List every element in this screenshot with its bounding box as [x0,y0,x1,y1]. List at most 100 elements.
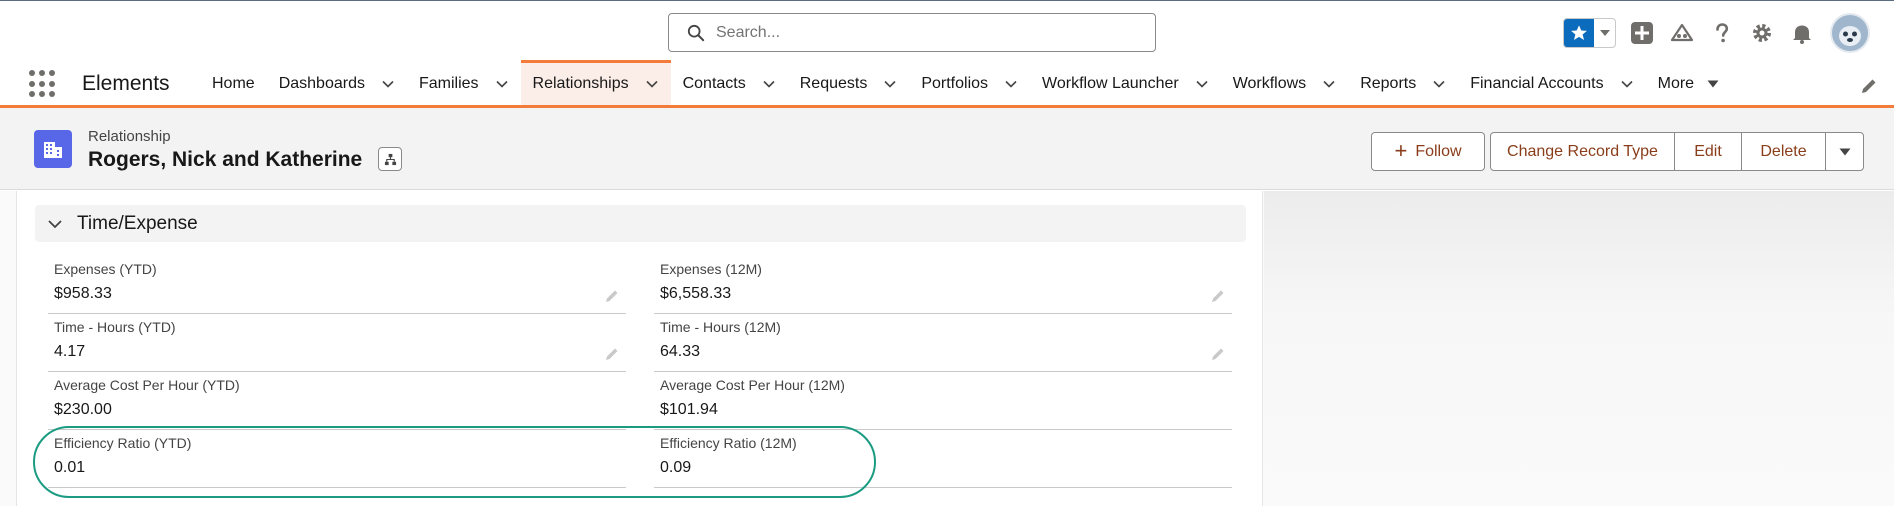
right-column [1264,191,1894,506]
nav-tab-label: Requests [799,74,868,92]
field-label: Time - Hours (12M) [660,319,781,335]
nav-tab-financial-accounts[interactable]: Financial Accounts [1458,62,1645,105]
field-efficiency-ratio-ytd: Efficiency Ratio (YTD) 0.01 [48,430,626,488]
nav-tab-workflow-launcher[interactable]: Workflow Launcher [1030,62,1221,105]
chevron-down-icon[interactable] [47,216,63,232]
nav-tab-reports[interactable]: Reports [1348,62,1458,105]
record-actions-button-group: Change Record Type Edit Delete [1490,132,1864,171]
chevron-down-icon[interactable] [1322,77,1336,91]
edit-nav-pencil-icon[interactable] [1860,77,1878,95]
field-value: 0.09 [660,459,692,476]
field-expenses-12m: Expenses (12M) $6,558.33 [654,256,1232,314]
search-input[interactable] [716,23,1116,42]
nav-tab-relationships[interactable]: Relationships [520,60,671,105]
field-label: Efficiency Ratio (12M) [660,435,797,451]
field-label: Time - Hours (YTD) [54,319,176,335]
nav-tab-label: Families [418,74,479,92]
field-value: $101.94 [660,401,718,418]
record-title: Rogers, Nick and Katherine [88,148,363,171]
header-utility-icons [1563,13,1870,53]
nav-tab-workflows[interactable]: Workflows [1221,62,1349,105]
caret-down-icon[interactable] [1706,77,1720,91]
favorites-menu-caret-icon[interactable] [1594,30,1615,36]
global-header [0,0,1894,62]
chevron-down-icon[interactable] [762,77,776,91]
follow-button-label: Follow [1415,142,1462,160]
nav-tab-contacts[interactable]: Contacts [671,62,788,105]
plus-icon: + [1394,137,1408,163]
field-label: Efficiency Ratio (YTD) [54,435,192,451]
favorites-star-icon[interactable] [1564,19,1594,47]
field-average-cost-per-hour-12m: Average Cost Per Hour (12M) $101.94 [654,372,1232,430]
chevron-down-icon[interactable] [1620,77,1634,91]
edit-pencil-icon[interactable] [604,346,620,362]
field-value: $6,558.33 [660,285,732,302]
user-avatar[interactable] [1830,13,1870,53]
field-label: Expenses (12M) [660,261,762,277]
nav-tab-label: Workflows [1232,74,1307,92]
search-icon [687,24,705,41]
field-time-hours-ytd: Time - Hours (YTD) 4.17 [48,314,626,372]
field-efficiency-ratio-12m: Efficiency Ratio (12M) 0.09 [654,430,1232,488]
field-value: 64.33 [660,343,701,360]
nav-tab-label: Contacts [682,74,746,92]
chevron-down-icon[interactable] [1195,77,1209,91]
hierarchy-icon [384,153,396,165]
app-name: Elements [82,72,170,95]
field-value: $958.33 [54,285,112,302]
chevron-down-icon[interactable] [883,77,897,91]
settings-gear-icon[interactable] [1748,19,1776,47]
change-record-type-button[interactable]: Change Record Type [1491,133,1675,170]
nav-tab-label: Home [212,74,255,92]
record-header: Relationship Rogers, Nick and Katherine … [0,108,1894,190]
field-value: 4.17 [54,343,86,360]
field-expenses-ytd: Expenses (YTD) $958.33 [48,256,626,314]
caret-down-icon [1839,148,1850,155]
edit-pencil-icon[interactable] [1210,288,1226,304]
global-create-icon[interactable] [1628,19,1656,47]
trailhead-icon[interactable] [1668,19,1696,47]
chevron-down-icon[interactable] [1004,77,1018,91]
nav-tab-families[interactable]: Families [407,62,521,105]
field-time-hours-12m: Time - Hours (12M) 64.33 [654,314,1232,372]
edit-pencil-icon[interactable] [604,288,620,304]
nav-tab-more[interactable]: More [1646,62,1732,105]
field-average-cost-per-hour-ytd: Average Cost Per Hour (YTD) $230.00 [48,372,626,430]
more-actions-button[interactable] [1826,133,1863,170]
follow-button[interactable]: + Follow [1371,132,1485,171]
record-type-label: Relationship [88,128,171,145]
notifications-bell-icon[interactable] [1788,19,1816,47]
app-navigation-bar: Elements Home Dashboards Families Relati… [0,60,1894,108]
nav-tab-requests[interactable]: Requests [788,62,910,105]
help-icon[interactable] [1708,19,1736,47]
hierarchy-button[interactable] [378,147,402,171]
chevron-down-icon[interactable] [1432,77,1446,91]
nav-tab-dashboards[interactable]: Dashboards [267,62,407,105]
nav-tab-label: Portfolios [921,74,989,92]
nav-tab-label: Financial Accounts [1470,74,1604,92]
section-header-time-expense[interactable]: Time/Expense [35,205,1246,242]
nav-tab-label: Workflow Launcher [1042,74,1179,92]
field-label: Expenses (YTD) [54,261,157,277]
building-icon [34,130,72,168]
nav-tab-label: Relationships [532,75,629,92]
field-label: Average Cost Per Hour (YTD) [54,377,240,393]
delete-button[interactable]: Delete [1742,133,1826,170]
section-title: Time/Expense [77,212,198,234]
nav-tab-label: Dashboards [278,74,365,92]
chevron-down-icon[interactable] [381,77,395,91]
nav-tab-portfolios[interactable]: Portfolios [909,62,1030,105]
chevron-down-icon[interactable] [495,77,509,91]
chevron-down-icon[interactable] [645,77,659,91]
global-search[interactable] [668,13,1156,52]
nav-tabs: Home Dashboards Families Relationships C… [200,60,1732,105]
app-launcher-waffle-icon[interactable] [29,70,57,98]
edit-pencil-icon[interactable] [1210,346,1226,362]
field-label: Average Cost Per Hour (12M) [660,377,845,393]
nav-tab-home[interactable]: Home [200,62,267,105]
field-value: $230.00 [54,401,112,418]
edit-button[interactable]: Edit [1675,133,1742,170]
favorites-button-group[interactable] [1563,18,1616,48]
field-value: 0.01 [54,459,86,476]
nav-tab-label: More [1657,74,1695,92]
